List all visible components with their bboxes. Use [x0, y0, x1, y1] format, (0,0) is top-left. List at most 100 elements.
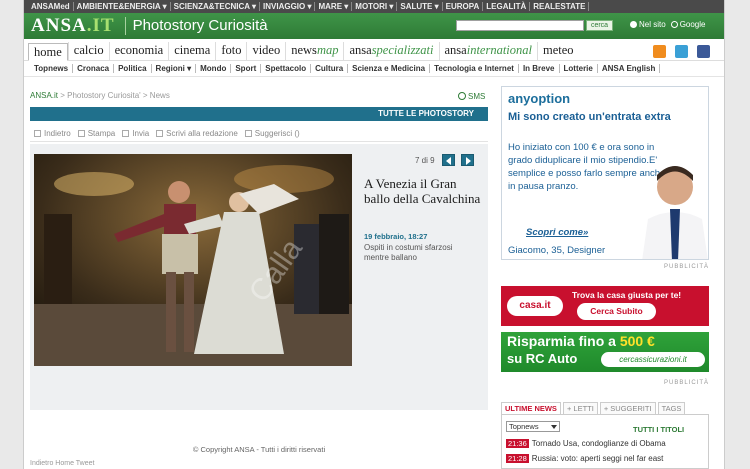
- subnav-item[interactable]: Lotterie: [560, 64, 598, 73]
- subnav-item[interactable]: In Breve: [519, 64, 560, 73]
- tab-foto[interactable]: foto: [215, 42, 246, 60]
- toolbar-label: Indietro: [44, 129, 71, 138]
- topbar-link[interactable]: SCIENZA&TECNICA ▾: [171, 2, 261, 11]
- news-category-select[interactable]: Topnews: [506, 421, 560, 432]
- tab-video[interactable]: video: [246, 42, 285, 60]
- back-button[interactable]: Indietro: [34, 129, 71, 138]
- topbar-link[interactable]: LEGALITÀ: [483, 2, 531, 11]
- toolbar-label: Invia: [132, 129, 150, 138]
- tab-label-em: map: [316, 43, 339, 57]
- ad-headline: Mi sono creato un'entrata extra: [508, 111, 671, 123]
- topbar-link[interactable]: AMBIENTE&ENERGIA ▾: [74, 2, 171, 11]
- print-button[interactable]: Stampa: [77, 129, 115, 138]
- subnav-item[interactable]: Tecnologia e Internet: [430, 64, 519, 73]
- subnav-item[interactable]: Cultura: [311, 64, 349, 73]
- tab-label: ansa: [444, 43, 467, 57]
- news-item[interactable]: 21:28 Russia: voto: aperti seggi nel far …: [506, 454, 663, 463]
- topbar-link[interactable]: REALESTATE: [530, 2, 590, 11]
- topbar-link[interactable]: MOTORI ▾: [352, 2, 398, 11]
- section-title: Photostory Curiosità: [124, 17, 268, 35]
- ad-cta-link[interactable]: Scopri come»: [526, 227, 588, 238]
- anyoption-ad[interactable]: anyoption Mi sono creato un'entrata extr…: [501, 86, 709, 260]
- news-text: Tornado Usa, condoglianze di Obama: [531, 439, 666, 448]
- ad-title: Trova la casa giusta per te!: [572, 290, 682, 300]
- subnav-item[interactable]: Scienza e Medicina: [348, 64, 431, 73]
- news-time: 21:36: [506, 439, 529, 448]
- write-editor-button[interactable]: Scrivi alla redazione: [156, 129, 238, 138]
- tab-calcio[interactable]: calcio: [67, 42, 109, 60]
- photo-caption: Ospiti in costumi sfarzosi mentre ballan…: [364, 243, 453, 262]
- all-photostory-bar[interactable]: TUTTE LE PHOTOSTORY: [30, 107, 488, 121]
- tab-home[interactable]: home: [28, 43, 68, 61]
- tab-newsmap[interactable]: newsmap: [285, 42, 343, 60]
- search-button[interactable]: cerca: [586, 20, 613, 31]
- news-time: 21:28: [506, 454, 529, 463]
- vertical-scrollbar[interactable]: [724, 0, 750, 469]
- ansa-logo[interactable]: ANSA.IT: [24, 15, 115, 37]
- breadcrumb-home[interactable]: ANSA.it: [30, 91, 58, 100]
- photo-gallery: Calla 7 di 9 A Venezia il Gran ballo del…: [30, 144, 488, 410]
- topbar-link[interactable]: EUROPA: [443, 2, 484, 11]
- tab-cinema[interactable]: cinema: [168, 42, 215, 60]
- left-scroll-area: [0, 0, 24, 469]
- cercassicurazioni-logo: cercassicurazioni.it: [601, 352, 705, 367]
- ad-person-image: [642, 166, 708, 259]
- breadcrumb: ANSA.it > Photostory Curiosita' > News: [30, 91, 170, 100]
- cercassicurazioni-ad[interactable]: Risparmia fino a 500 € su RC Auto cercas…: [501, 332, 709, 372]
- back-icon: [34, 130, 41, 137]
- tab-label: foto: [221, 43, 242, 57]
- twitter-icon[interactable]: [675, 45, 688, 58]
- subnav-item[interactable]: Topnews: [30, 64, 74, 73]
- cerca-subito-button[interactable]: Cerca Subito: [577, 303, 656, 320]
- send-button[interactable]: Invia: [122, 129, 149, 138]
- bottom-share-bar: Indietro Home Tweet: [30, 460, 95, 467]
- ad-price: 500 €: [619, 333, 655, 349]
- subnav-item[interactable]: Mondo: [196, 64, 232, 73]
- radio-nel-sito[interactable]: Nel sito: [630, 20, 666, 29]
- ad-label: PUBBLICITÀ: [664, 380, 710, 386]
- breadcrumb-path: > Photostory Curiosita' > News: [58, 91, 170, 100]
- tab-label: ansa: [349, 43, 372, 57]
- subnav-item[interactable]: Sport: [231, 64, 262, 73]
- tab-ansa-international[interactable]: ansainternational: [438, 42, 538, 60]
- tab-economia[interactable]: economia: [108, 42, 169, 60]
- gallery-photo[interactable]: Calla: [34, 154, 352, 366]
- toolbar-label: Suggerisci (): [254, 129, 300, 138]
- ad-text: Risparmia fino a: [507, 333, 620, 349]
- subnav-item[interactable]: Cronaca: [73, 64, 115, 73]
- search-scope: Nel sito Google: [630, 20, 705, 29]
- comment-icon: [244, 130, 252, 137]
- casa-it-ad[interactable]: casa.it Trova la casa giusta per te! Cer…: [501, 286, 709, 326]
- watermark-layer: Calla: [243, 233, 309, 308]
- rss-icon[interactable]: [653, 45, 666, 58]
- topbar-link[interactable]: MARE ▾: [315, 2, 353, 11]
- suggest-button[interactable]: Suggerisci (): [244, 129, 300, 138]
- print-icon: [77, 130, 85, 137]
- radio-selected-icon: [630, 21, 637, 28]
- tab-label: calcio: [73, 43, 104, 57]
- tab-label: video: [252, 43, 281, 57]
- facebook-icon[interactable]: [697, 45, 710, 58]
- browser-window: ANSAMed AMBIENTE&ENERGIA ▾ SCIENZA&TECNI…: [0, 0, 750, 469]
- ad-line-2: su RC Auto: [507, 351, 578, 366]
- prev-photo-button[interactable]: [442, 154, 455, 166]
- subnav-item[interactable]: Spettacolo: [261, 64, 312, 73]
- search-input[interactable]: [456, 20, 584, 31]
- radio-google[interactable]: Google: [670, 20, 705, 29]
- tab-meteo[interactable]: meteo: [537, 42, 579, 60]
- toolbar-label: Scrivi alla redazione: [166, 129, 238, 138]
- topbar-link[interactable]: ANSAMed: [28, 2, 74, 11]
- topbar-link[interactable]: INVIAGGIO ▾: [260, 2, 316, 11]
- subnav-item[interactable]: ANSA English: [598, 64, 661, 73]
- ad-label: PUBBLICITÀ: [664, 264, 710, 270]
- news-box: Topnews TUTTI I TITOLI 21:36 Tornado Usa,…: [501, 414, 709, 469]
- site-header: ANSA.IT Photostory Curiosità cerca Nel s…: [24, 13, 724, 39]
- topbar-link[interactable]: SALUTE ▾: [397, 2, 443, 11]
- news-item[interactable]: 21:36 Tornado Usa, condoglianze di Obama: [506, 439, 666, 448]
- sms-link[interactable]: SMS: [458, 92, 485, 101]
- subnav-item[interactable]: Regioni ▾: [152, 64, 197, 73]
- next-photo-button[interactable]: [461, 154, 474, 166]
- all-titles-link[interactable]: TUTTI I TITOLI: [633, 425, 684, 434]
- subnav-item[interactable]: Politica: [114, 64, 152, 73]
- tab-ansa-specializzati[interactable]: ansaspecializzati: [343, 42, 438, 60]
